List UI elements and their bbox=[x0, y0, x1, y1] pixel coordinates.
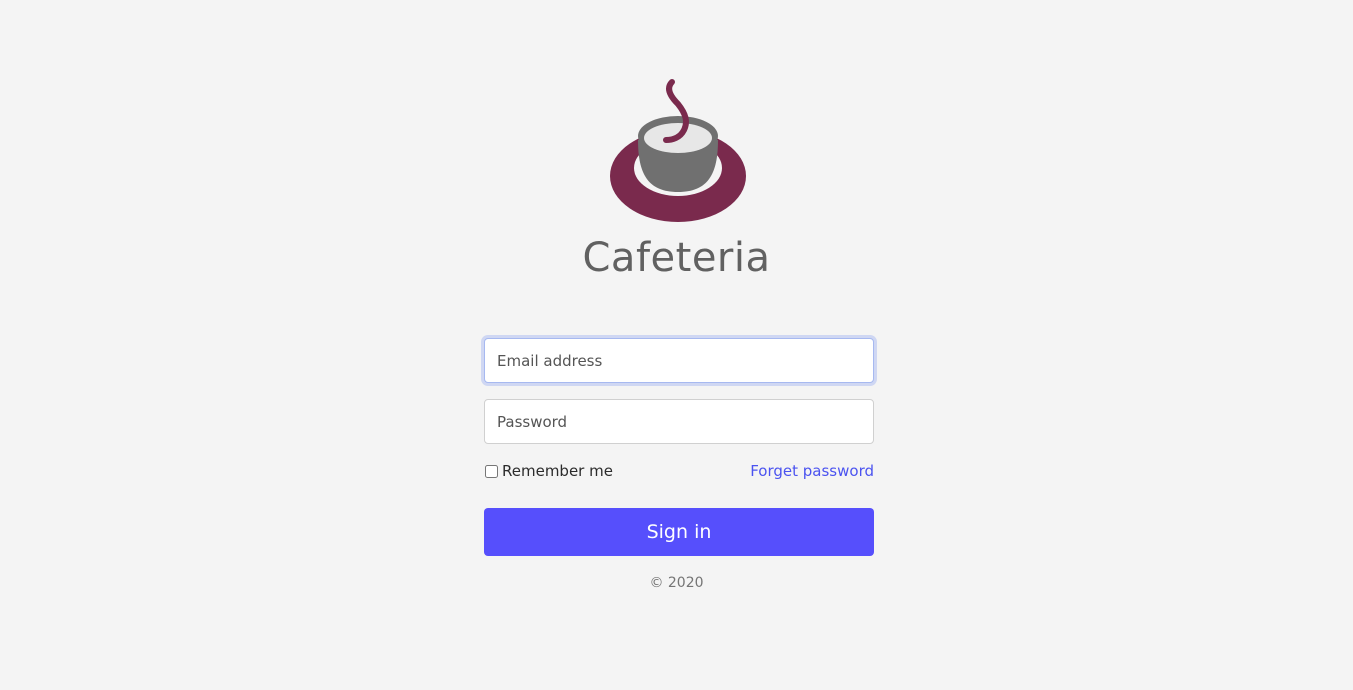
forgot-password-link[interactable]: Forget password bbox=[750, 460, 874, 482]
email-input[interactable] bbox=[484, 338, 874, 383]
coffee-cup-logo-icon bbox=[610, 79, 746, 222]
brand-title: Cafeteria bbox=[582, 235, 771, 281]
password-input[interactable] bbox=[484, 399, 874, 444]
login-page: Cafeteria Remember me Forget password Si… bbox=[0, 0, 1353, 690]
copyright-text: © 2020 bbox=[649, 575, 704, 591]
remember-me-option[interactable]: Remember me bbox=[484, 460, 613, 482]
remember-me-checkbox[interactable] bbox=[485, 464, 498, 478]
sign-in-button[interactable]: Sign in bbox=[484, 508, 874, 556]
remember-me-label: Remember me bbox=[502, 462, 613, 480]
